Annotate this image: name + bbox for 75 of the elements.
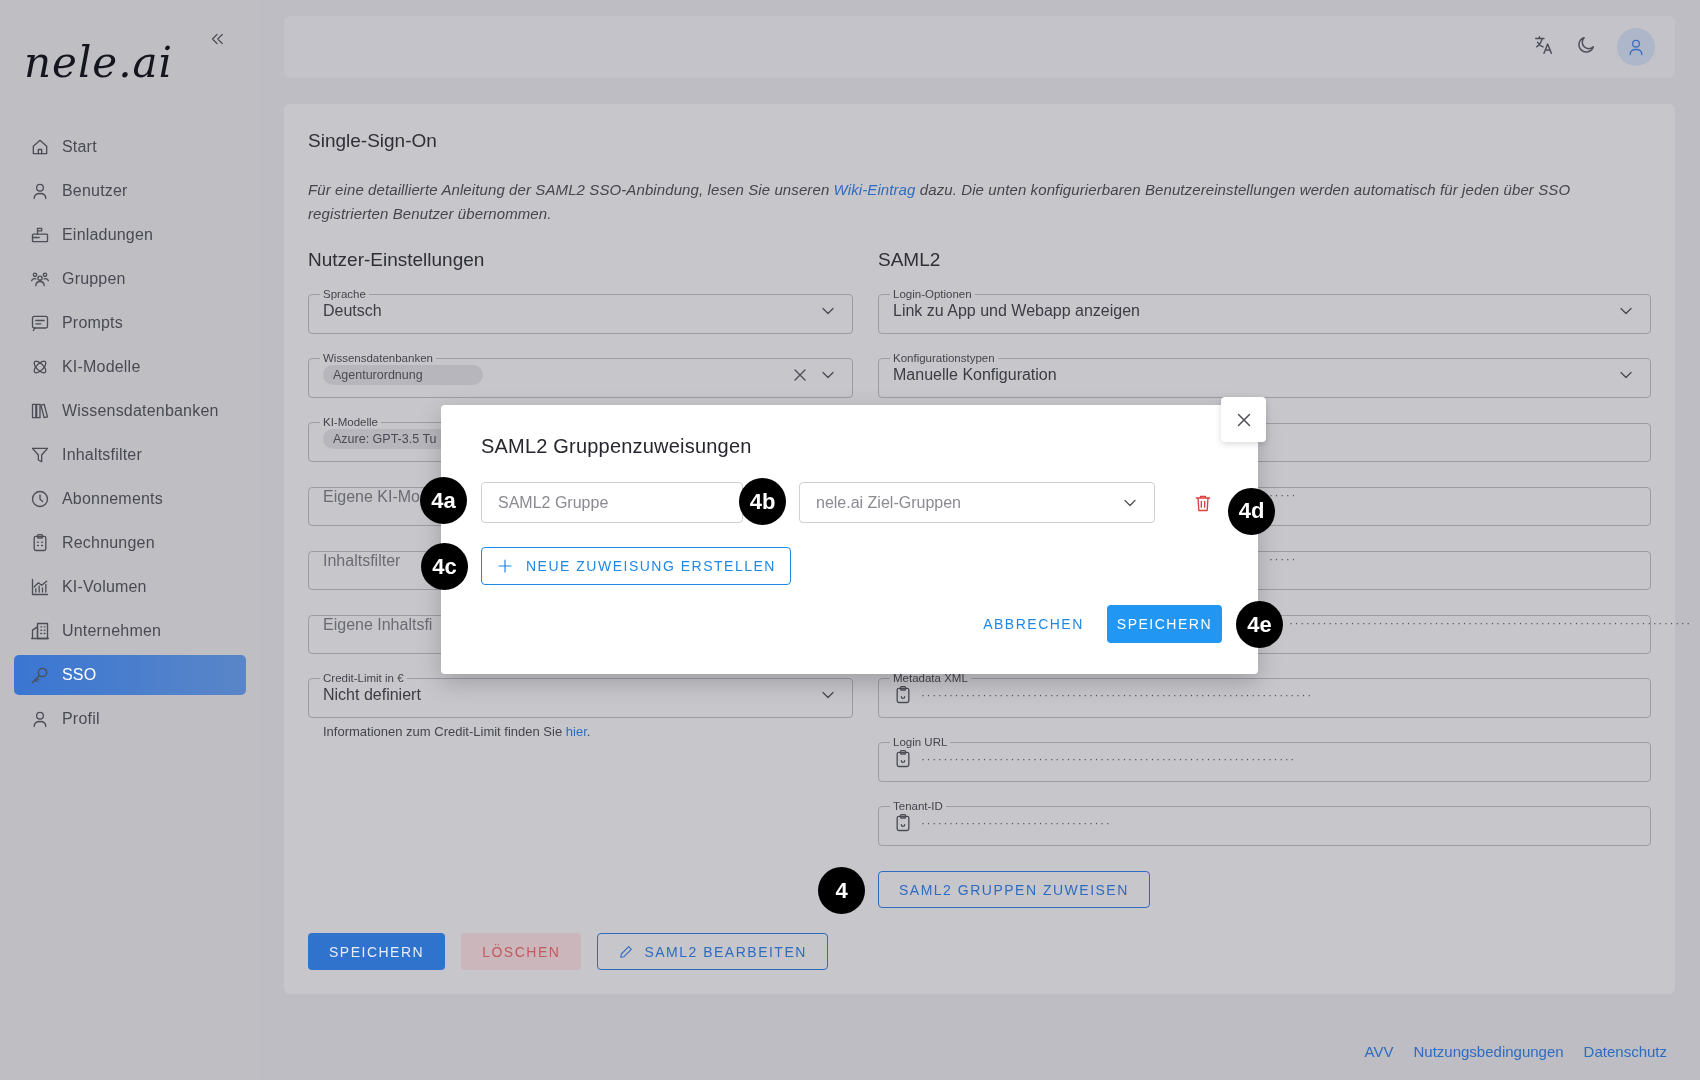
masked-value: ····· [1269,552,1297,566]
input-field[interactable]: Tenant-ID ·································· [878,800,1651,846]
close-button[interactable] [1221,397,1266,442]
select-value: Link zu App und Webapp anzeigen [893,302,1141,320]
sidebar-item[interactable]: KI-Volumen [14,567,246,607]
message-icon [30,313,50,333]
masked-value: ······································································ [921,688,1313,702]
save-button[interactable]: SPEICHERN [308,933,446,970]
page-title: Single-Sign-On [308,129,438,153]
section-heading: SAML2 [878,250,942,270]
input-field[interactable]: Login URL ··································································· [878,736,1651,782]
sidebar-item[interactable]: Einladungen [14,215,246,255]
mailbox-icon [30,225,50,245]
placeholder: Eigene KI-Mo [323,488,420,506]
sidebar-item[interactable]: Benutzer [14,171,246,211]
field-label: Tenant-ID [892,800,944,813]
field-label: KI-Modelle [322,416,379,429]
field-label: Wissensdatenbanken [322,352,434,365]
field-label: Sprache [322,288,367,301]
input-field[interactable]: Wissensdatenbanken Agenturordnung [308,352,853,398]
field-label: Credit-Limit in € [322,672,405,685]
select-field[interactable]: Login-Optionen Link zu App und Webapp anzeigen [878,288,1651,334]
books-icon [30,401,50,421]
masked-value: ··································································· [921,752,1296,766]
pencil-icon [618,943,635,960]
sidebar-item[interactable]: Gruppen [14,259,246,299]
masked-value: ·································· [921,816,1112,830]
logo: nele.ai [24,38,174,87]
field-label: Konfigurationstypen [892,352,996,365]
sidebar-item[interactable]: KI-Modelle [14,347,246,387]
building-icon [30,621,50,641]
chip: Agenturordnung [323,365,483,385]
sidebar-item[interactable]: Profil [14,699,246,739]
funnel-icon [30,445,50,465]
select-value: Deutsch [323,302,383,320]
plus-icon [496,557,514,575]
edit-button[interactable]: SAML2 BEARBEITEN [597,933,828,970]
key-icon [30,665,50,685]
select-value: Manuelle Konfiguration [893,366,1058,384]
select-field[interactable]: Sprache Deutsch [308,288,853,334]
callout-marker: 4b [739,478,786,525]
sidebar-item[interactable]: SSO [14,655,246,695]
bar-chart-icon [30,577,50,597]
field-label: Login URL [892,736,949,749]
group-input[interactable]: SAML2 Gruppe [481,482,743,523]
select-field[interactable]: Konfigurationstypen Manuelle Konfiguration [878,352,1651,398]
field-label: Login-Optionen [892,288,973,301]
select-value: Nicht definiert [323,686,422,704]
moon-icon [1575,34,1597,56]
footer-link[interactable]: AVV [1364,1043,1394,1060]
input-field[interactable]: Metadata XML ······································································ [878,672,1651,718]
placeholder: Eigene Inhaltsfi [323,616,433,634]
field-label: Metadata XML [892,672,969,685]
sidebar-item[interactable]: Start [14,127,246,167]
intro-text: Für eine detaillierte Anleitung der SAML2 SSO-Anbindung, lesen Sie unseren Wiki-Eintrag dazu. Die unten konfigurierbaren Benutzereinstellungen werden automatisch für jeden über SSO registrierten Benutzer übernommen. [308,180,1572,224]
translate-icon [1533,34,1555,56]
placeholder: Inhaltsfilter [323,552,401,570]
section-heading: Nutzer-Einstellungen [308,250,486,270]
wiki-link[interactable]: Wiki-Eintrag [833,181,916,198]
footer-link[interactable]: Nutzungsbedingungen [1413,1043,1564,1060]
sidebar-item[interactable]: Rechnungen [14,523,246,563]
sidebar-item[interactable]: Inhaltsfilter [14,435,246,475]
helper-text: Informationen zum Credit-Limit finden Sie hier. [323,724,592,739]
masked-value: ····· [1269,488,1297,502]
masked-value: ········································································ [1289,616,1692,630]
sidebar-item[interactable]: Prompts [14,303,246,343]
house-icon [30,137,50,157]
sidebar-item[interactable]: Abonnements [14,479,246,519]
sidebar-item[interactable]: Unternehmen [14,611,246,651]
clock-icon [30,489,50,509]
avatar-button[interactable] [1617,28,1655,66]
sidebar-item[interactable]: Wissensdatenbanken [14,391,246,431]
help-link[interactable]: hier [565,724,587,739]
callout-marker: 4 [818,867,865,914]
footer-link[interactable]: Datenschutz [1583,1043,1667,1060]
